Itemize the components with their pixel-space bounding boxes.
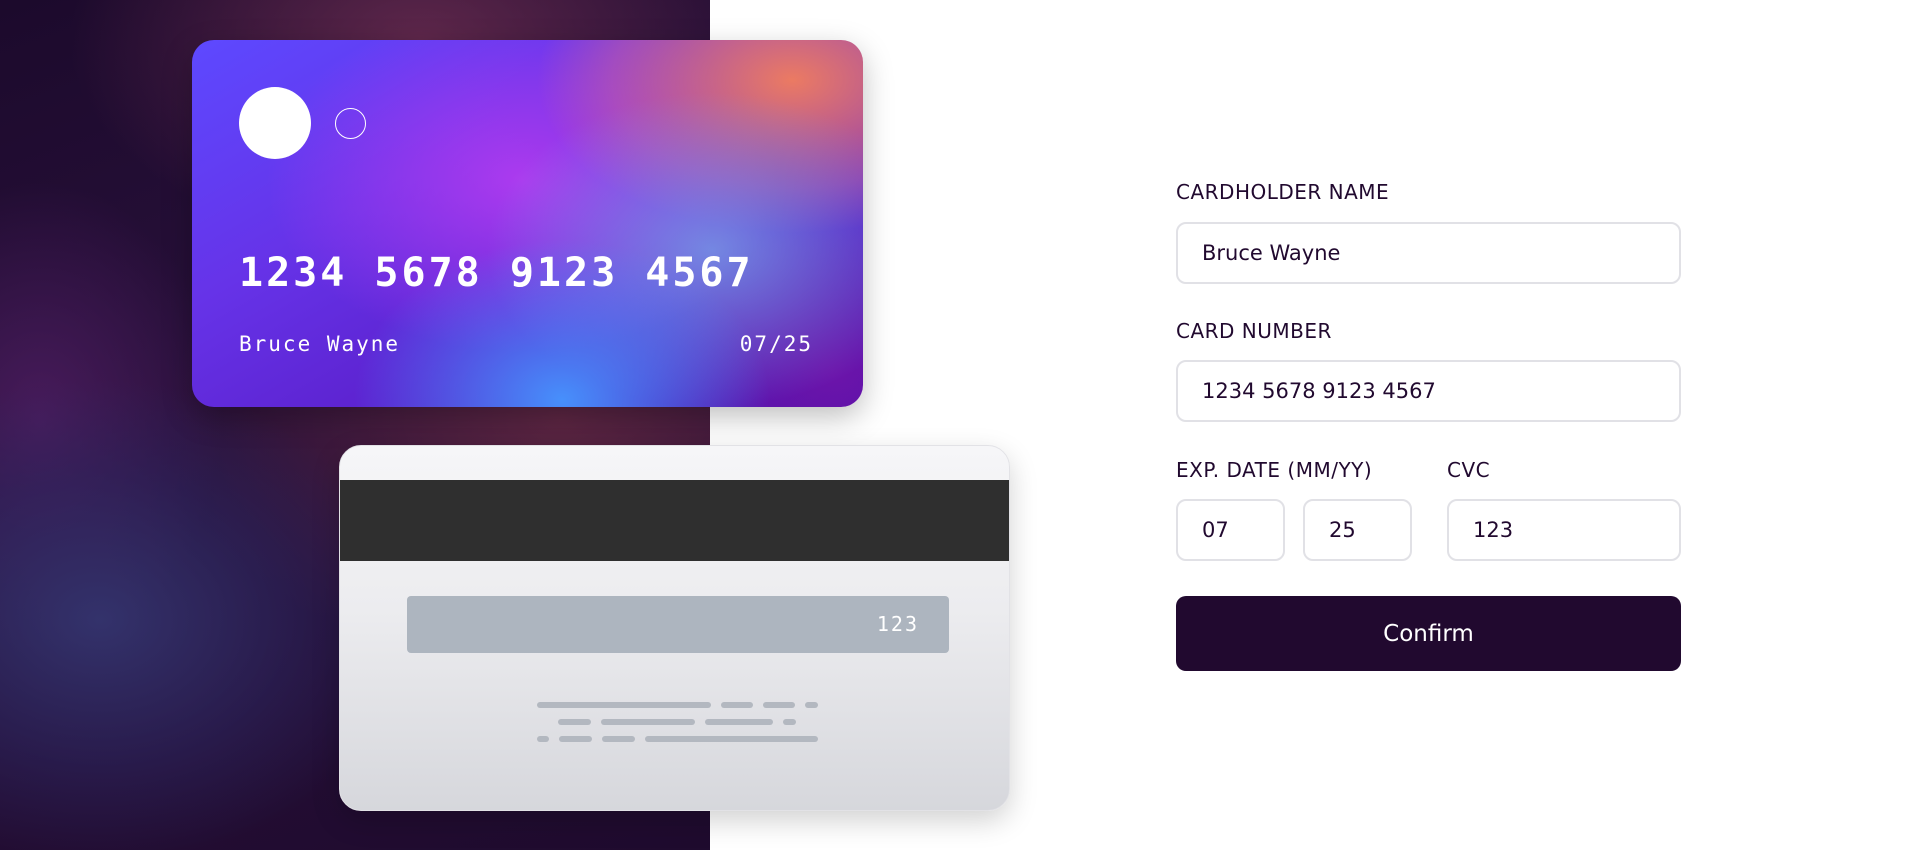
- fine-print-line: [537, 736, 549, 742]
- card-number-label: CARD NUMBER: [1176, 319, 1332, 343]
- fine-print-line: [558, 719, 591, 725]
- fine-print-line: [805, 702, 818, 708]
- exp-date-label: EXP. DATE (MM/YY): [1176, 458, 1373, 482]
- card-front-holder-name: Bruce Wayne: [239, 332, 401, 356]
- card-back-fine-print: [340, 446, 1009, 810]
- confirm-button[interactable]: Confirm: [1176, 596, 1681, 671]
- cvc-input[interactable]: [1447, 499, 1681, 561]
- card-front: 1234 5678 9123 4567 Bruce Wayne 07/25: [192, 40, 863, 407]
- cardholder-name-input[interactable]: [1176, 222, 1681, 284]
- fine-print-line: [601, 719, 695, 725]
- cardholder-name-label: CARDHOLDER NAME: [1176, 180, 1390, 204]
- fine-print-line: [763, 702, 795, 708]
- fine-print-line: [783, 719, 796, 725]
- card-front-number: 1234 5678 9123 4567: [239, 250, 754, 296]
- card-front-expiry: 07/25: [739, 332, 813, 356]
- fine-print-line: [559, 736, 592, 742]
- card-logo-circle-outline: [335, 108, 366, 139]
- card-number-input[interactable]: [1176, 360, 1681, 422]
- card-back: 123: [339, 445, 1010, 811]
- fine-print-line: [705, 719, 773, 725]
- card-logo-circle-filled: [239, 87, 311, 159]
- exp-month-input[interactable]: [1176, 499, 1285, 561]
- fine-print-line: [721, 702, 753, 708]
- cvc-label: CVC: [1447, 458, 1491, 482]
- fine-print-line: [537, 702, 711, 708]
- exp-year-input[interactable]: [1303, 499, 1412, 561]
- fine-print-line: [645, 736, 818, 742]
- fine-print-line: [602, 736, 635, 742]
